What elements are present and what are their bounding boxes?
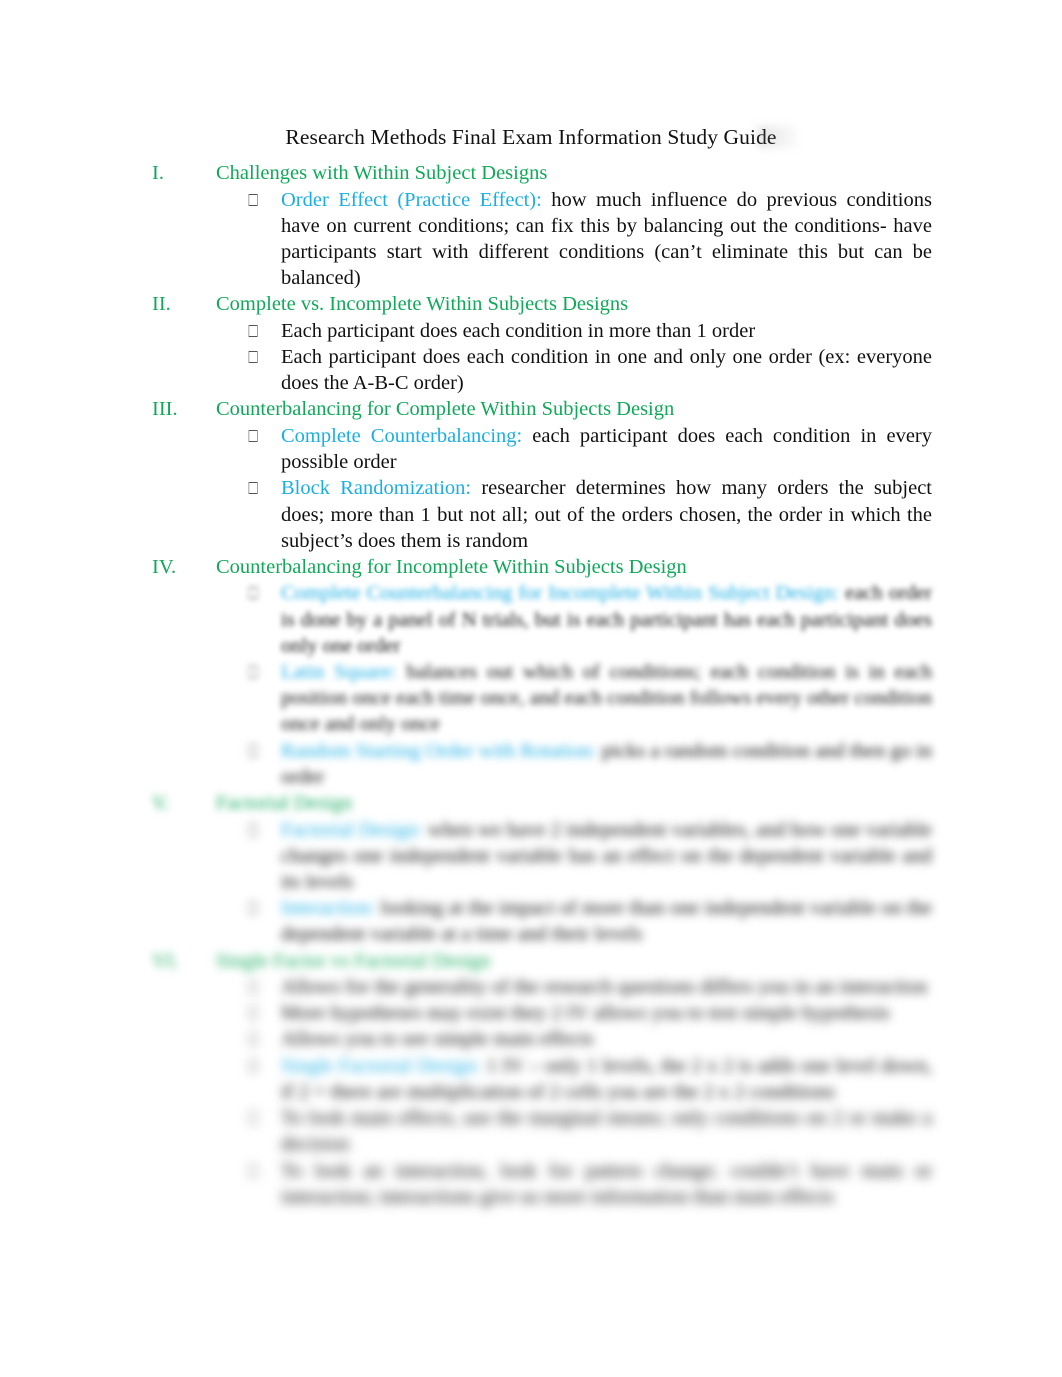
section-heading-text: Counterbalancing for Incomplete Within S… [216, 555, 687, 578]
outline-item: ⎕ Each participant does each condition in… [0, 344, 1062, 396]
bullet-icon: ⎕ [248, 479, 259, 500]
outline-item: ⎕ To look main effects, use the marginal … [0, 1105, 1062, 1157]
section-heading: VI. Single Factor vs Factorial Design [0, 948, 1062, 975]
section-numeral: III. [152, 398, 178, 421]
outline-item: ⎕ Complete Counterbalancing for Incomplet… [0, 580, 1062, 659]
item-term: Random Starting Order with Rotation: [281, 739, 597, 762]
bullet-icon: ⎕ [248, 426, 259, 447]
outline-section: I. Challenges with Within Subject Designs… [0, 160, 1062, 291]
section-heading-text: Counterbalancing for Complete Within Sub… [216, 398, 675, 421]
outline-section: III. Counterbalancing for Complete Within… [0, 396, 1062, 554]
bullet-icon: ⎕ [248, 1109, 259, 1130]
section-numeral: IV. [152, 555, 177, 578]
bullet-icon: ⎕ [248, 190, 259, 211]
section-numeral: VI. [152, 949, 179, 972]
document-page: Research Methods Final Exam Information … [0, 0, 1062, 1377]
bullet-icon: ⎕ [248, 820, 259, 841]
item-text: More hypotheses may exist they 2 IV allo… [281, 1002, 890, 1025]
section-numeral: II. [152, 293, 171, 316]
outline-section: V. Factorial Design ⎕ Factorial Design: whe… [0, 790, 1062, 948]
outline-item: ⎕ Latin Square: balances out which of con… [0, 659, 1062, 738]
bullet-icon: ⎕ [248, 1056, 259, 1077]
bullet-icon: ⎕ [248, 899, 259, 920]
page-title: Research Methods Final Exam Information … [285, 125, 777, 149]
item-text: To look main effects, use the marginal m… [281, 1107, 932, 1156]
item-term: Interaction: [281, 897, 376, 920]
item-term: Complete Counterbalancing: [281, 424, 523, 447]
section-heading: IV. Counterbalancing for Incomplete Withi… [0, 554, 1062, 581]
outline-item: ⎕ Factorial Design: when we have 2 indepe… [0, 817, 1062, 896]
item-term: Complete Counterbalancing for Incomplete… [281, 582, 840, 605]
outline-item: ⎕ Each participant does each condition in… [0, 318, 1062, 344]
item-text: Allows for the generality of the researc… [281, 976, 928, 999]
item-term: Latin Square: [281, 661, 397, 684]
item-text: Each participant does each condition in … [281, 319, 756, 342]
item-term: Block Randomization: [281, 477, 472, 500]
section-heading: III. Counterbalancing for Complete Within… [0, 396, 1062, 423]
bullet-icon: ⎕ [248, 1004, 259, 1025]
bullet-icon: ⎕ [248, 741, 259, 762]
section-heading: I. Challenges with Within Subject Designs [0, 160, 1062, 187]
section-heading-text: Factorial Design [216, 792, 353, 815]
bullet-icon: ⎕ [248, 1161, 259, 1182]
section-heading: V. Factorial Design [0, 790, 1062, 817]
outline-item: ⎕ Block Randomization: researcher determi… [0, 475, 1062, 554]
outline-item: ⎕ Allows you to see simple main effects [0, 1026, 1062, 1052]
section-numeral: V. [152, 792, 170, 815]
outline-section: II. Complete vs. Incomplete Within Subjec… [0, 291, 1062, 396]
section-heading: II. Complete vs. Incomplete Within Subjec… [0, 291, 1062, 318]
bullet-icon: ⎕ [248, 978, 259, 999]
bullet-icon: ⎕ [248, 663, 259, 684]
section-heading-text: Complete vs. Incomplete Within Subjects … [216, 293, 629, 316]
section-heading-text: Challenges with Within Subject Designs [216, 162, 548, 184]
outline-item: ⎕ Interaction: looking at the impact of m… [0, 895, 1062, 947]
bullet-icon: ⎕ [248, 584, 259, 605]
section-numeral: I. [152, 162, 164, 184]
outline-item: ⎕ Random Starting Order with Rotation: pi… [0, 738, 1062, 790]
outline-item: ⎕ Single Factorial Design: 1 IV – only 1 … [0, 1053, 1062, 1105]
item-text: To look an interaction, look for pattern… [281, 1159, 932, 1208]
outline-item: ⎕ Allows for the generality of the resear… [0, 974, 1062, 1000]
bullet-icon: ⎕ [248, 321, 259, 342]
item-term: Single Factorial Design: [281, 1054, 482, 1077]
outline-section: IV. Counterbalancing for Incomplete Withi… [0, 554, 1062, 790]
item-text: Allows you to see simple main effects [281, 1028, 594, 1051]
bullet-icon: ⎕ [248, 348, 259, 369]
item-text: looking at the impact of more than one i… [281, 897, 932, 946]
outline-section: VI. Single Factor vs Factorial Design ⎕ All… [0, 948, 1062, 1210]
item-term: Order Effect (Practice Effect): [281, 188, 542, 211]
outline-item: ⎕ Order Effect (Practice Effect): how muc… [0, 187, 1062, 292]
title-blur-smudge [757, 126, 797, 148]
item-text: Each participant does each condition in … [281, 346, 932, 395]
outline-item: ⎕ More hypotheses may exist they 2 IV all… [0, 1000, 1062, 1026]
bullet-icon: ⎕ [248, 1030, 259, 1051]
outline-item: ⎕ Complete Counterbalancing: each partici… [0, 423, 1062, 475]
outline-item: ⎕ To look an interaction, look for patter… [0, 1158, 1062, 1210]
item-term: Factorial Design: [281, 818, 423, 841]
outline-list: I. Challenges with Within Subject Designs… [0, 160, 1062, 1210]
section-heading-text: Single Factor vs Factorial Design [216, 949, 491, 972]
